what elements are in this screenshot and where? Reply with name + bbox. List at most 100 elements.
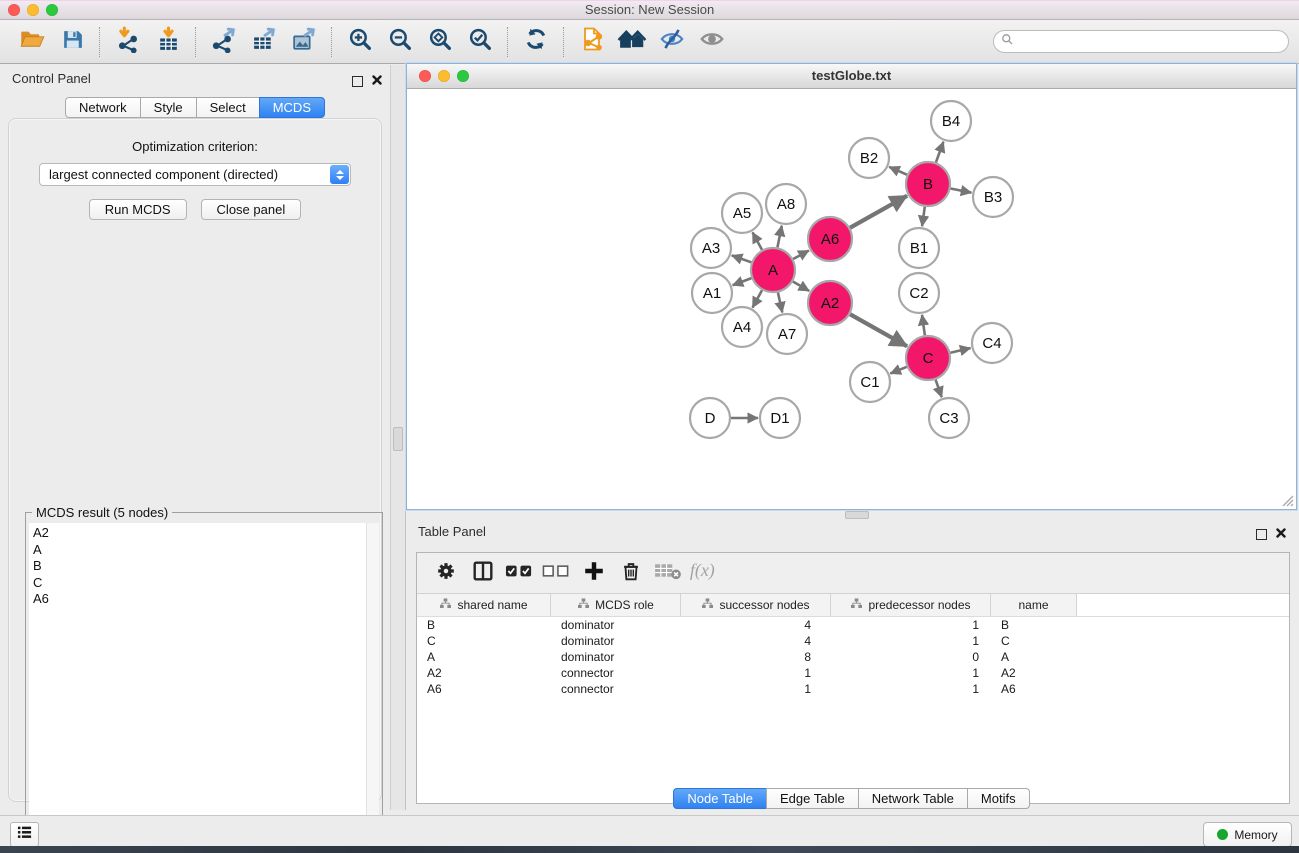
tab-motifs[interactable]: Motifs — [967, 788, 1030, 809]
table-cell[interactable]: B — [417, 618, 551, 632]
export-image-button[interactable] — [284, 24, 324, 60]
table-row[interactable]: A6connector11A6 — [417, 681, 1289, 697]
task-history-button[interactable] — [10, 822, 39, 847]
table-options-button[interactable] — [427, 556, 464, 590]
network-canvas[interactable]: B4B2BB3A8A5A6A3B1AA1C2A2A4A7C4CC1C3DD1 — [407, 89, 1296, 509]
graph-edge-B-B4[interactable] — [936, 142, 944, 163]
import-table-button[interactable] — [148, 24, 188, 60]
zoom-fit-button[interactable] — [420, 24, 460, 60]
table-cell[interactable]: dominator — [551, 634, 681, 648]
zoom-out-button[interactable] — [380, 24, 420, 60]
tab-select[interactable]: Select — [196, 97, 260, 118]
graph-edge-A2-C[interactable] — [850, 314, 907, 346]
table-cell[interactable]: B — [991, 618, 1077, 632]
mcds-result-item[interactable]: A2 — [29, 525, 367, 542]
graph-edge-A-A1[interactable] — [733, 278, 752, 285]
table-cell[interactable]: A — [991, 650, 1077, 664]
graph-node-A8[interactable]: A8 — [766, 184, 806, 224]
table-cell[interactable]: 1 — [831, 618, 991, 632]
close-panel-button[interactable]: Close panel — [201, 199, 302, 220]
export-network-button[interactable] — [204, 24, 244, 60]
table-cell[interactable]: A2 — [991, 666, 1077, 680]
first-neighbors-button[interactable] — [612, 24, 652, 60]
network-window-titlebar[interactable]: testGlobe.txt — [407, 64, 1296, 89]
graph-node-C[interactable]: C — [906, 336, 950, 380]
memory-button[interactable]: Memory — [1203, 822, 1292, 847]
graph-edge-A-A5[interactable] — [753, 232, 763, 249]
close-panel-icon[interactable] — [372, 72, 382, 90]
column-header-successor-nodes[interactable]: successor nodes — [681, 594, 831, 616]
hide-selected-button[interactable] — [652, 24, 692, 60]
refresh-layout-button[interactable] — [516, 24, 556, 60]
float-table-panel-icon[interactable] — [1256, 529, 1267, 540]
export-table-button[interactable] — [244, 24, 284, 60]
graph-node-A2[interactable]: A2 — [808, 281, 852, 325]
graph-node-D1[interactable]: D1 — [760, 398, 800, 438]
graph-node-B[interactable]: B — [906, 162, 950, 206]
graph-edge-A-A3[interactable] — [732, 255, 752, 262]
run-mcds-button[interactable]: Run MCDS — [89, 199, 187, 220]
search-input[interactable] — [1018, 34, 1288, 50]
graph-node-A6[interactable]: A6 — [808, 217, 852, 261]
float-panel-icon[interactable] — [352, 76, 363, 87]
graph-node-B1[interactable]: B1 — [899, 228, 939, 268]
table-cell[interactable]: C — [991, 634, 1077, 648]
mcds-result-item[interactable]: C — [29, 575, 367, 592]
table-cell[interactable]: 8 — [681, 650, 831, 664]
graph-edge-B-B2[interactable] — [889, 167, 907, 175]
table-cell[interactable]: A — [417, 650, 551, 664]
table-cell[interactable]: A2 — [417, 666, 551, 680]
delete-columns-button[interactable] — [612, 556, 649, 590]
graph-edge-B-B3[interactable] — [951, 189, 972, 193]
graph-edge-A-A7[interactable] — [778, 292, 782, 312]
tab-network[interactable]: Network — [65, 97, 141, 118]
table-cell[interactable]: A6 — [417, 682, 551, 696]
table-cell[interactable]: connector — [551, 666, 681, 680]
unselect-all-columns-button[interactable] — [538, 556, 575, 590]
resize-grip-icon[interactable] — [1280, 493, 1294, 507]
close-table-panel-icon[interactable] — [1276, 525, 1286, 543]
table-cell[interactable]: connector — [551, 682, 681, 696]
graph-node-B4[interactable]: B4 — [931, 101, 971, 141]
create-column-button[interactable] — [575, 556, 612, 590]
graph-edge-A-A8[interactable] — [777, 226, 781, 248]
table-cell[interactable]: C — [417, 634, 551, 648]
table-cell[interactable]: 1 — [831, 634, 991, 648]
tab-style[interactable]: Style — [140, 97, 197, 118]
mcds-result-list[interactable]: A2ABCA6 — [29, 523, 367, 846]
zoom-selected-button[interactable] — [460, 24, 500, 60]
graph-edge-C-C3[interactable] — [936, 380, 942, 398]
graph-edge-A-A2[interactable] — [793, 282, 809, 291]
import-network-button[interactable] — [108, 24, 148, 60]
column-header-name[interactable]: name — [991, 594, 1077, 616]
mcds-result-item[interactable]: A6 — [29, 591, 367, 608]
tab-network-table[interactable]: Network Table — [858, 788, 968, 809]
table-row[interactable]: A2connector11A2 — [417, 665, 1289, 681]
graph-node-C1[interactable]: C1 — [850, 362, 890, 402]
graph-edge-B-B1[interactable] — [922, 207, 925, 226]
graph-node-C3[interactable]: C3 — [929, 398, 969, 438]
table-cell[interactable]: 4 — [681, 634, 831, 648]
select-all-columns-button[interactable] — [501, 556, 538, 590]
graph-node-A5[interactable]: A5 — [722, 193, 762, 233]
mcds-result-item[interactable]: B — [29, 558, 367, 575]
zoom-in-button[interactable] — [340, 24, 380, 60]
table-cell[interactable]: 1 — [681, 666, 831, 680]
column-header-MCDS-role[interactable]: MCDS role — [551, 594, 681, 616]
table-cell[interactable]: A6 — [991, 682, 1077, 696]
table-cell[interactable]: 1 — [831, 682, 991, 696]
graph-edge-A6-B[interactable] — [850, 196, 907, 228]
show-columns-button[interactable] — [464, 556, 501, 590]
mcds-result-scrollbar[interactable] — [366, 523, 379, 846]
table-cell[interactable]: dominator — [551, 618, 681, 632]
graph-edge-C-C2[interactable] — [922, 315, 925, 335]
graph-edge-C-C4[interactable] — [950, 348, 970, 353]
optimization-criterion-select[interactable]: largest connected component (directed) — [39, 163, 351, 186]
tab-node-table[interactable]: Node Table — [673, 788, 767, 809]
graph-node-C2[interactable]: C2 — [899, 273, 939, 313]
search-box[interactable] — [993, 30, 1289, 53]
graph-node-C4[interactable]: C4 — [972, 323, 1012, 363]
table-cell[interactable]: 1 — [831, 666, 991, 680]
show-hidden-button[interactable] — [692, 24, 732, 60]
save-session-button[interactable] — [52, 24, 92, 60]
